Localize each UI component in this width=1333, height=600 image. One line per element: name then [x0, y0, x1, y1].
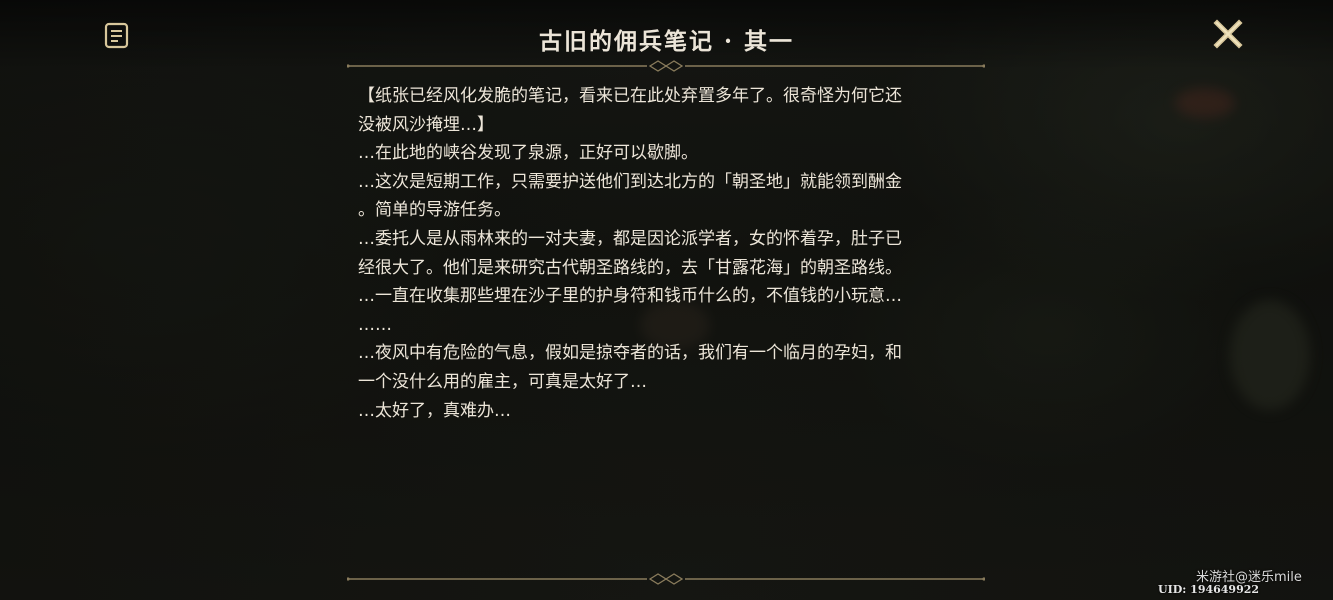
page-title: 古旧的佣兵笔记 · 其一	[538, 28, 795, 55]
close-button[interactable]	[1213, 19, 1243, 49]
bottom-divider	[347, 573, 985, 585]
background-detail	[1175, 88, 1235, 118]
screen: 古旧的佣兵笔记 · 其一 【纸张已经风化发脆的笔记，看来已在此处弃置多年了。很奇…	[0, 0, 1333, 600]
note-paragraph: …太好了，真难办…	[358, 400, 511, 421]
background-detail	[1230, 300, 1310, 410]
note-paragraph: …委托人是从雨林来的一对夫妻，都是因论派学者，女的怀着孕，肚子已 经很大了。他们…	[358, 228, 902, 278]
note-paragraph: …这次是短期工作，只需要护送他们到达北方的「朝圣地」就能领到酬金 。简单的导游任…	[358, 171, 902, 221]
note-paragraph: …一直在收集那些埋在沙子里的护身符和钱币什么的，不值钱的小玩意… ……	[358, 286, 902, 335]
close-icon	[1213, 19, 1243, 49]
uid-label: UID: 194649922	[1158, 583, 1260, 596]
title-divider	[347, 60, 985, 72]
note-paragraph: 【纸张已经风化发脆的笔记，看来已在此处弃置多年了。很奇怪为何它还 没被风沙掩埋……	[358, 86, 902, 135]
note-paragraph: …在此地的峡谷发现了泉源，正好可以歇脚。	[358, 143, 698, 164]
note-content: 【纸张已经风化发脆的笔记，看来已在此处弃置多年了。很奇怪为何它还 没被风沙掩埋……	[358, 82, 973, 562]
note-paragraph: …夜风中有危险的气息，假如是掠夺者的话，我们有一个临月的孕妇，和 一个没什么用的…	[358, 343, 902, 392]
